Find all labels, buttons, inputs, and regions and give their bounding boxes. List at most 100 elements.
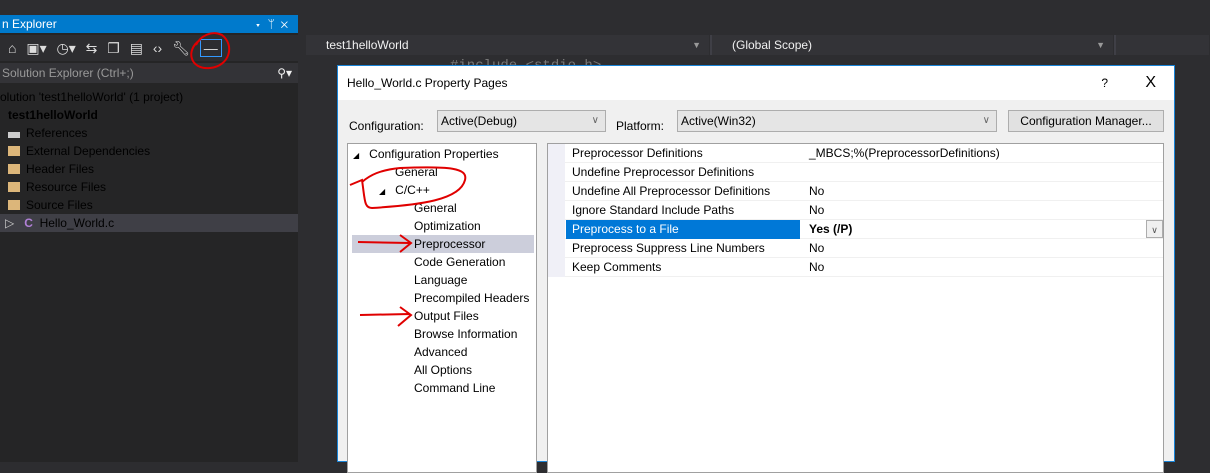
dropdown-value: (Global Scope): [732, 38, 813, 52]
tree-item-language[interactable]: Language: [414, 271, 467, 289]
tree-item-precompiled-headers[interactable]: Precompiled Headers: [414, 289, 529, 307]
tree-label: Output Files: [414, 309, 479, 323]
platform-select[interactable]: Active(Win32) ∨: [677, 110, 997, 132]
property-value[interactable]: No: [809, 201, 824, 220]
tree-item-general[interactable]: General: [395, 163, 438, 181]
property-tree: ◢ Configuration Properties General ◢ C/C…: [347, 143, 537, 473]
tree-item-source-files[interactable]: Source Files: [0, 196, 298, 214]
row-gutter: [548, 182, 565, 201]
tree-item-external-dependencies[interactable]: External Dependencies: [0, 142, 298, 160]
property-value[interactable]: _MBCS;%(PreprocessorDefinitions): [809, 144, 1000, 163]
tree-label: All Options: [414, 363, 473, 377]
tree-item-configuration-properties[interactable]: ◢ Configuration Properties: [353, 145, 499, 163]
code-icon[interactable]: ‹›: [153, 40, 162, 56]
chevron-down-icon: ∨: [591, 115, 599, 126]
expand-icon[interactable]: ▷: [5, 216, 14, 230]
tree-label: C/C++: [395, 183, 430, 197]
tree-item-project[interactable]: test1helloWorld: [0, 106, 298, 124]
chevron-down-icon[interactable]: ∨: [1146, 220, 1163, 238]
property-name: Preprocessor Definitions: [572, 146, 703, 160]
tree-item-browse-information[interactable]: Browse Information: [414, 325, 517, 343]
solution-explorer-search[interactable]: Solution Explorer (Ctrl+;) ⚲▾: [0, 63, 298, 83]
chevron-down-icon: ∨: [982, 115, 990, 126]
close-button[interactable]: X: [1145, 66, 1156, 100]
dialog-title: Hello_World.c Property Pages: [347, 76, 508, 90]
row-gutter: [548, 220, 565, 239]
row-gutter: [548, 144, 565, 163]
pin-icon[interactable]: ᛘ: [268, 17, 281, 31]
tree-item-optimization[interactable]: Optimization: [414, 217, 481, 235]
wrench-icon[interactable]: 🔧︎: [172, 40, 190, 56]
editor-navigation-bar: test1helloWorld ▼ (Global Scope) ▼: [306, 35, 1210, 55]
tree-label: test1helloWorld: [8, 108, 98, 122]
references-icon: [8, 132, 20, 138]
property-value[interactable]: No: [809, 182, 824, 201]
property-row[interactable]: Undefine Preprocessor Definitions: [548, 163, 1163, 182]
tree-item-references[interactable]: References: [0, 124, 298, 142]
tree-item-c-cpp[interactable]: ◢ C/C++: [379, 181, 430, 199]
tree-label: General: [414, 201, 457, 215]
folder-icon: [8, 164, 20, 174]
property-row[interactable]: Undefine All Preprocessor Definitions No: [548, 182, 1163, 201]
property-value[interactable]: No: [809, 258, 824, 277]
tree-item-header-files[interactable]: Header Files: [0, 160, 298, 178]
expanded-icon[interactable]: ◢: [379, 187, 385, 196]
top-strip: [0, 0, 298, 15]
folder-icon: [8, 182, 20, 192]
configuration-select[interactable]: Active(Debug) ∨: [437, 110, 606, 132]
tree-label: References: [26, 126, 88, 140]
swap-icon[interactable]: ⇆: [86, 40, 98, 56]
expanded-icon[interactable]: ◢: [353, 151, 359, 160]
scope-dropdown[interactable]: (Global Scope) ▼: [712, 35, 1114, 55]
property-row-selected[interactable]: Preprocess to a File Yes (/P) ∨: [548, 220, 1163, 239]
tree-label: olution 'test1helloWorld' (1 project): [0, 90, 184, 104]
property-value[interactable]: No: [809, 239, 824, 258]
home-icon[interactable]: ⌂: [8, 40, 16, 56]
property-name: Undefine Preprocessor Definitions: [572, 165, 755, 179]
tree-item-solution[interactable]: olution 'test1helloWorld' (1 project): [0, 88, 298, 106]
copy-icon[interactable]: ▤: [130, 40, 143, 56]
help-button[interactable]: ?: [1101, 66, 1108, 100]
tree-label: Source Files: [26, 198, 93, 212]
platform-label: Platform:: [616, 119, 665, 133]
tree-item-command-line[interactable]: Command Line: [414, 379, 495, 397]
c-file-icon: C: [24, 216, 33, 230]
configuration-manager-button[interactable]: Configuration Manager...: [1008, 110, 1164, 132]
sync-icon[interactable]: ▣▾: [26, 40, 46, 56]
property-row[interactable]: Preprocess Suppress Line Numbers No: [548, 239, 1163, 258]
tree-label: Hello_World.c: [39, 216, 115, 230]
property-name: Keep Comments: [572, 260, 662, 274]
tree-item-cpp-general[interactable]: General: [414, 199, 457, 217]
folder-icon: [8, 200, 20, 210]
property-name: Undefine All Preprocessor Definitions: [572, 184, 771, 198]
property-row[interactable]: Ignore Standard Include Paths No: [548, 201, 1163, 220]
tree-item-code-generation[interactable]: Code Generation: [414, 253, 505, 271]
row-gutter: [548, 239, 565, 258]
project-dropdown[interactable]: test1helloWorld ▼: [306, 35, 710, 55]
tree-label: General: [395, 165, 438, 179]
history-icon[interactable]: ◷▾: [57, 40, 76, 56]
search-icon[interactable]: ⚲▾: [277, 63, 292, 83]
tree-label: Advanced: [414, 345, 468, 359]
dropdown-icon[interactable]: ▾: [254, 17, 267, 31]
tree-item-resource-files[interactable]: Resource Files: [0, 178, 298, 196]
tree-item-advanced[interactable]: Advanced: [414, 343, 467, 361]
property-grid: Preprocessor Definitions _MBCS;%(Preproce…: [547, 143, 1164, 473]
tree-item-hello-world-c[interactable]: ▷ C Hello_World.c: [0, 214, 298, 232]
tree-label: Language: [414, 273, 468, 287]
tree-item-output-files[interactable]: Output Files: [414, 307, 479, 325]
property-name: Ignore Standard Include Paths: [572, 203, 735, 217]
property-value[interactable]: Yes (/P): [809, 220, 852, 239]
tree-label: Header Files: [26, 162, 95, 176]
property-row[interactable]: Keep Comments No: [548, 258, 1163, 277]
member-dropdown[interactable]: [1116, 35, 1210, 55]
select-value: Active(Win32): [681, 114, 756, 128]
tree-item-preprocessor[interactable]: Preprocessor: [352, 235, 534, 253]
chevron-down-icon: ▼: [1096, 40, 1105, 50]
tree-label: Configuration Properties: [369, 147, 499, 161]
close-icon[interactable]: ✕: [281, 17, 294, 31]
property-row[interactable]: Preprocessor Definitions _MBCS;%(Preproce…: [548, 144, 1163, 163]
collapse-icon[interactable]: ❐: [107, 40, 120, 56]
tree-item-all-options[interactable]: All Options: [414, 361, 472, 379]
minus-icon[interactable]: —: [199, 39, 222, 57]
